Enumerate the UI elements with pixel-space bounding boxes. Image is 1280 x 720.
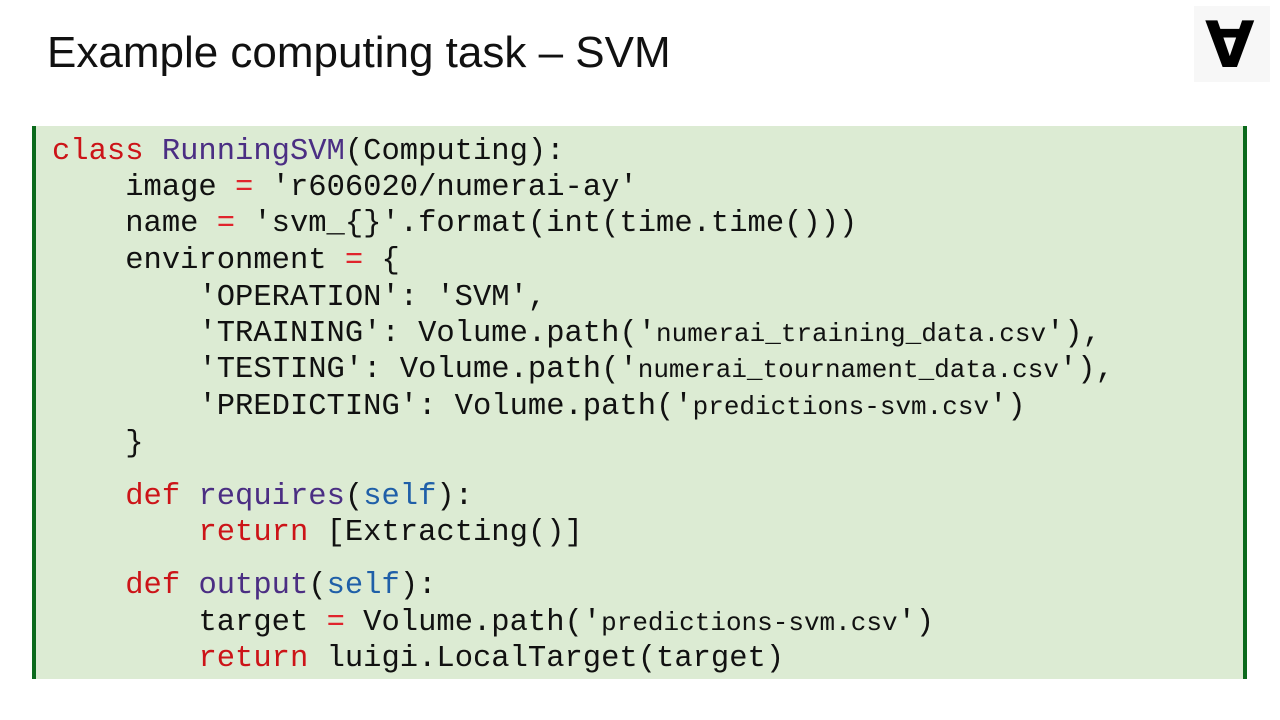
class-base: (Computing): bbox=[344, 135, 565, 169]
code-line-return-target: return luigi.LocalTarget(target) bbox=[52, 641, 784, 677]
return-value: luigi.LocalTarget(target) bbox=[308, 642, 785, 676]
code-line-def-requires: def requires(self): bbox=[125, 480, 474, 514]
code-line-operation: 'OPERATION': 'SVM', bbox=[52, 280, 546, 316]
slide-title: Example computing task – SVM bbox=[47, 28, 671, 77]
assign-operator: = bbox=[326, 606, 345, 640]
keyword-return: return bbox=[198, 642, 309, 676]
code-line-image: image = 'r606020/numerai-ay' bbox=[52, 170, 638, 206]
keyword-def: def bbox=[125, 480, 181, 514]
training-filename: numerai_training_data.csv bbox=[656, 319, 1047, 349]
class-name: RunningSVM bbox=[161, 135, 345, 169]
attr-name: name bbox=[125, 207, 217, 241]
code-line-close-brace: } bbox=[52, 426, 144, 462]
env-operation: 'OPERATION': 'SVM', bbox=[198, 281, 547, 315]
var-target: target bbox=[198, 606, 327, 640]
self-param: self bbox=[326, 569, 400, 603]
code-line-return-extracting: return [Extracting()] bbox=[52, 515, 583, 551]
method-name-requires: requires bbox=[198, 480, 345, 514]
attr-image: image bbox=[125, 171, 236, 205]
code-block: class RunningSVM(Computing): image = 'r6… bbox=[32, 126, 1247, 679]
predicting-filename: predictions-svm.csv bbox=[692, 392, 990, 422]
keyword-def: def bbox=[125, 569, 181, 603]
code-line-name: name = 'svm_{}'.format(int(time.time())) bbox=[52, 206, 857, 242]
code-line-environment: environment = { bbox=[52, 243, 400, 279]
assign-operator: = bbox=[235, 171, 254, 205]
code-line-predicting: 'PREDICTING': Volume.path('predictions-s… bbox=[198, 390, 1026, 424]
attr-environment: environment bbox=[125, 244, 345, 278]
assign-operator: = bbox=[344, 244, 364, 278]
code-line-testing: 'TESTING': Volume.path('numerai_tourname… bbox=[198, 353, 1114, 387]
name-value: 'svm_{}'.format(int(time.time())) bbox=[235, 207, 858, 241]
output-filename: predictions-svm.csv bbox=[601, 608, 898, 638]
keyword-return: return bbox=[198, 516, 309, 550]
forall-logo-icon: ∀ bbox=[1205, 9, 1255, 83]
self-param: self bbox=[363, 480, 437, 514]
image-value: 'r606020/numerai-ay' bbox=[253, 171, 638, 205]
code-line-training: 'TRAINING': Volume.path('numerai_trainin… bbox=[198, 317, 1102, 351]
assign-operator: = bbox=[216, 207, 236, 241]
keyword-class: class bbox=[52, 135, 144, 169]
return-value: [Extracting()] bbox=[308, 516, 583, 550]
code-line-target: target = Volume.path('predictions-svm.cs… bbox=[198, 606, 935, 640]
close-brace: } bbox=[125, 427, 144, 461]
environment-open: { bbox=[363, 244, 400, 278]
code-line-def-output: def output(self): bbox=[125, 569, 437, 603]
testing-filename: numerai_tournament_data.csv bbox=[637, 355, 1059, 385]
method-name-output: output bbox=[198, 569, 309, 603]
code-line-class: class RunningSVM(Computing): bbox=[52, 134, 565, 170]
